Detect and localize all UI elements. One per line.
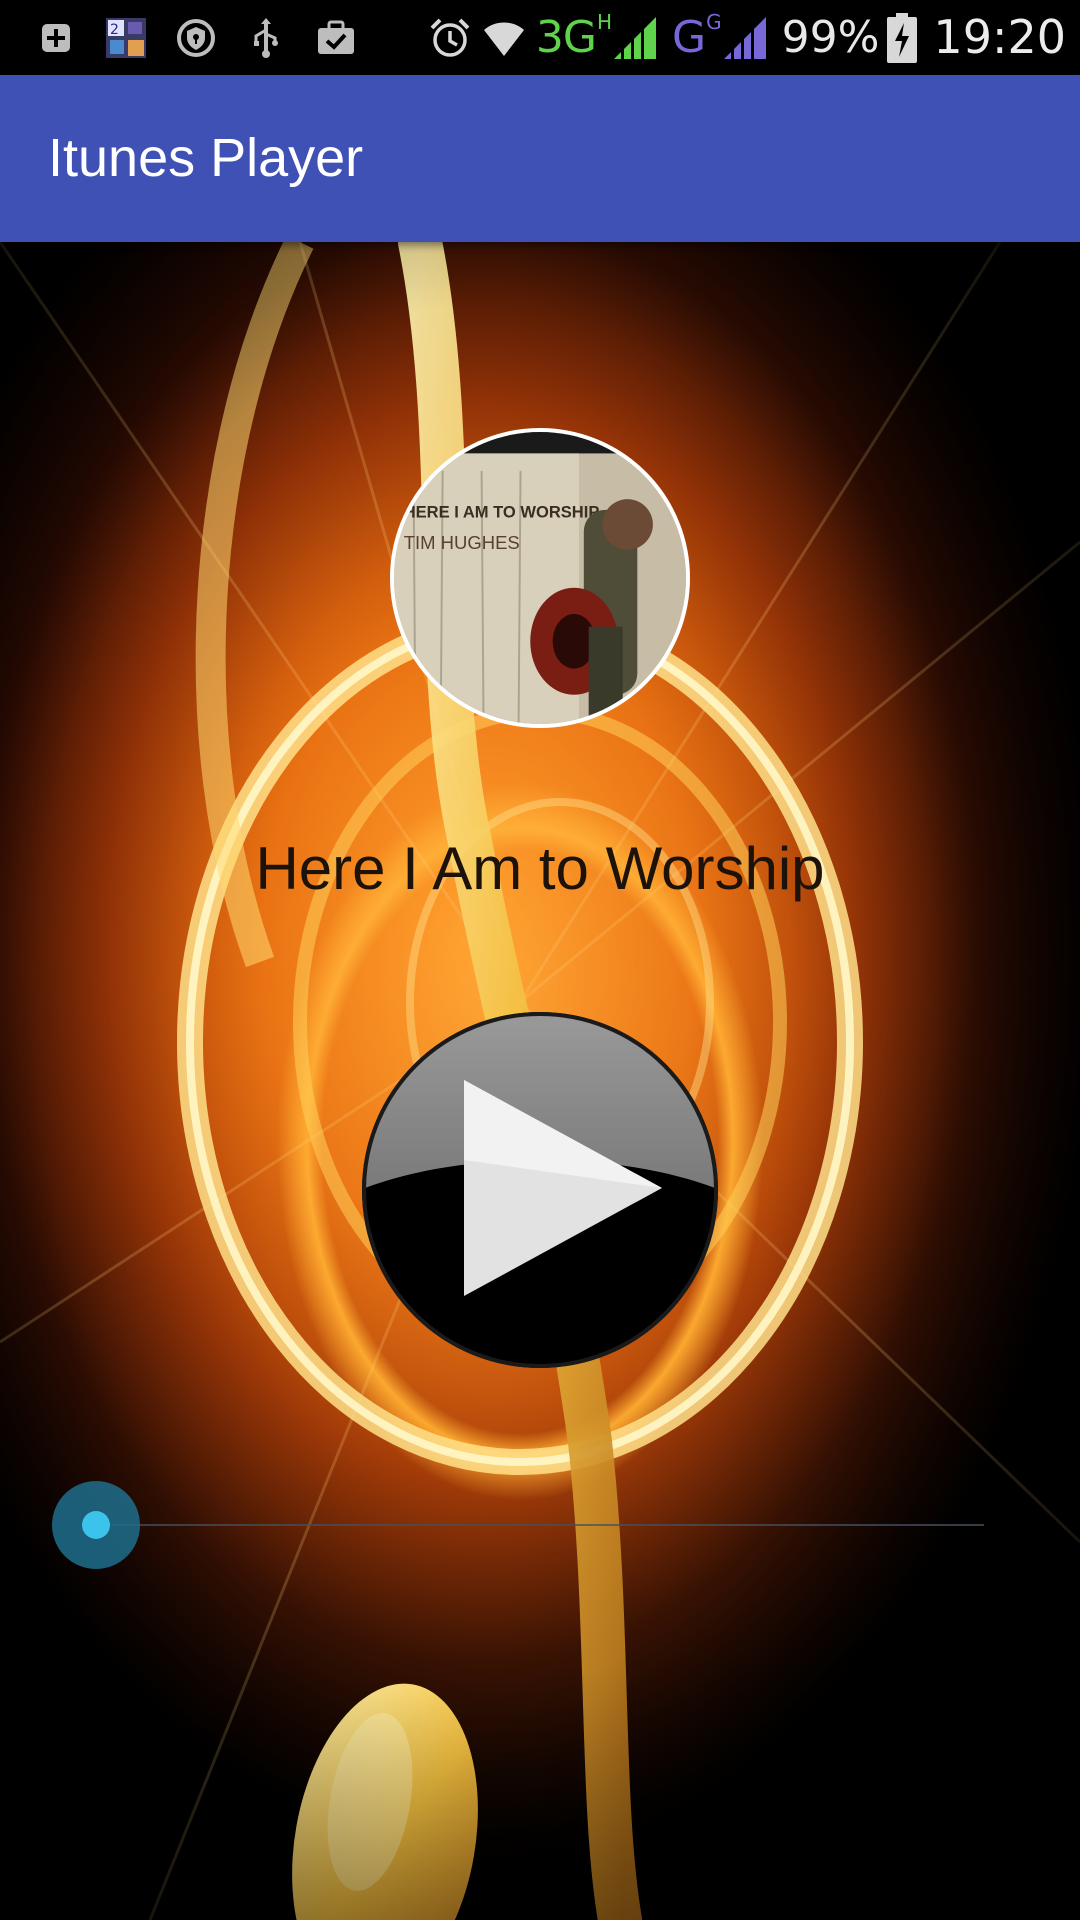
player-content: HERE I AM TO WORSHIP TIM HUGHES Here I A…: [0, 242, 1080, 1920]
seek-track[interactable]: [96, 1524, 984, 1526]
album-cover-title: HERE I AM TO WORSHIP: [404, 503, 600, 522]
network-g-sup-label: G: [706, 10, 722, 34]
song-title: Here I Am to Worship: [255, 835, 825, 902]
wifi-icon: [482, 16, 526, 60]
play-icon: [362, 1012, 718, 1368]
usb-icon: [244, 16, 288, 60]
network-3g-label: 3G: [535, 12, 597, 63]
seek-bar[interactable]: [52, 1480, 984, 1570]
signal-strength-2-icon: [723, 14, 766, 61]
status-bar-notifications: 2: [34, 0, 384, 75]
play-button[interactable]: [360, 1010, 720, 1370]
album-art: HERE I AM TO WORSHIP TIM HUGHES: [390, 428, 690, 728]
app-toolbar: Itunes Player: [0, 75, 1080, 242]
battery-percent: 99%: [781, 12, 880, 63]
network-g-label: G: [672, 12, 706, 63]
svg-text:2: 2: [110, 22, 119, 38]
briefcase-check-icon: [314, 16, 358, 60]
game-notification-icon: 2: [104, 16, 148, 60]
add-box-icon: [34, 16, 78, 60]
seek-thumb-dot: [82, 1511, 110, 1539]
album-cover-image: HERE I AM TO WORSHIP TIM HUGHES: [394, 432, 686, 724]
app-title: Itunes Player: [48, 128, 364, 188]
status-clock: 19:20: [933, 10, 1066, 64]
shield-icon: [174, 16, 218, 60]
status-bar-system: 3G H G G 99% 19:20: [428, 0, 1066, 75]
alarm-icon: [428, 16, 472, 60]
signal-strength-icon: [614, 14, 657, 61]
network-hspa-label: H: [596, 10, 613, 34]
screen: 2 3G H G G 99% 19:20 Itunes Player HERE …: [0, 0, 1080, 1920]
battery-charging-icon: [887, 12, 918, 63]
seek-thumb[interactable]: [52, 1481, 140, 1569]
status-bar: 2 3G H G G 99% 19:20: [0, 0, 1080, 75]
album-cover-artist: TIM HUGHES: [404, 532, 520, 553]
